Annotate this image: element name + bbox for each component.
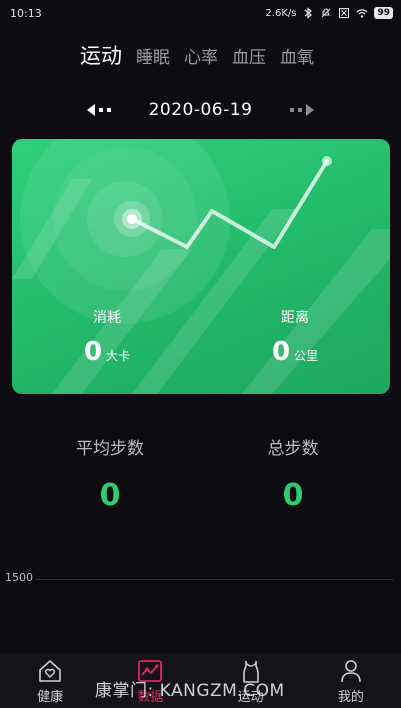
avg-steps-label: 平均步数 [76, 439, 144, 459]
mute-icon [322, 8, 331, 18]
no-sim-icon [339, 8, 350, 18]
app-screen: 10:13 2.6K/s 99 运动 睡眠 心率 血压 血氧 2020-06-1… [0, 0, 401, 708]
chart-y-tick: 1500 [5, 571, 33, 584]
status-time: 10:13 [10, 6, 42, 20]
shirt-icon [242, 661, 259, 683]
distance-unit: 公里 [294, 349, 319, 363]
person-icon [341, 660, 361, 683]
total-steps-value: 0 [282, 478, 304, 513]
nav-data-label: 数据 [137, 690, 164, 705]
total-steps-label: 总步数 [267, 439, 319, 459]
nav-health-label: 健康 [37, 690, 64, 705]
calories-label: 消耗 [93, 310, 121, 326]
current-date[interactable]: 2020-06-19 [149, 100, 253, 120]
wifi-icon [357, 9, 368, 18]
chart-gridline [36, 579, 394, 580]
nav-profile[interactable]: 我的 [316, 658, 386, 705]
tab-sleep[interactable]: 睡眠 [136, 43, 170, 68]
activity-card: 消耗 0 大卡 距离 0 公里 [12, 139, 390, 394]
tab-blood-pressure[interactable]: 血压 [232, 43, 266, 68]
date-navigator: 2020-06-19 [0, 96, 401, 124]
data-chart-icon [138, 660, 163, 682]
bluetooth-icon [305, 7, 313, 19]
bottom-nav: 健康 数据 运动 我的 [0, 653, 401, 708]
nav-exercise[interactable]: 运动 [216, 658, 286, 705]
status-icons: 2.6K/s 99 [265, 7, 393, 19]
nav-profile-label: 我的 [337, 690, 364, 705]
heart-house-icon [39, 660, 61, 682]
distance-label: 距离 [281, 310, 309, 326]
category-tabs: 运动 睡眠 心率 血压 血氧 [80, 40, 314, 70]
calories-stat: 消耗 0 大卡 [47, 307, 167, 367]
distance-stat: 距离 0 公里 [235, 307, 355, 367]
nav-exercise-label: 运动 [237, 690, 264, 705]
network-speed: 2.6K/s [265, 7, 297, 19]
tab-exercise[interactable]: 运动 [80, 40, 122, 70]
battery-indicator: 99 [374, 7, 393, 19]
nav-health[interactable]: 健康 [15, 658, 85, 705]
distance-value: 0 [271, 337, 291, 367]
arrow-right-icon [290, 104, 315, 116]
calories-value: 0 [83, 337, 103, 367]
tab-heart-rate[interactable]: 心率 [184, 43, 218, 68]
status-bar: 10:13 2.6K/s 99 [0, 0, 401, 26]
tab-blood-oxygen[interactable]: 血氧 [280, 43, 314, 68]
prev-date-button[interactable] [85, 102, 115, 118]
next-date-button[interactable] [286, 102, 316, 118]
avg-steps-value: 0 [99, 478, 121, 513]
nav-data[interactable]: 数据 [115, 658, 185, 705]
calories-unit: 大卡 [106, 349, 131, 363]
arrow-left-icon [86, 104, 111, 116]
